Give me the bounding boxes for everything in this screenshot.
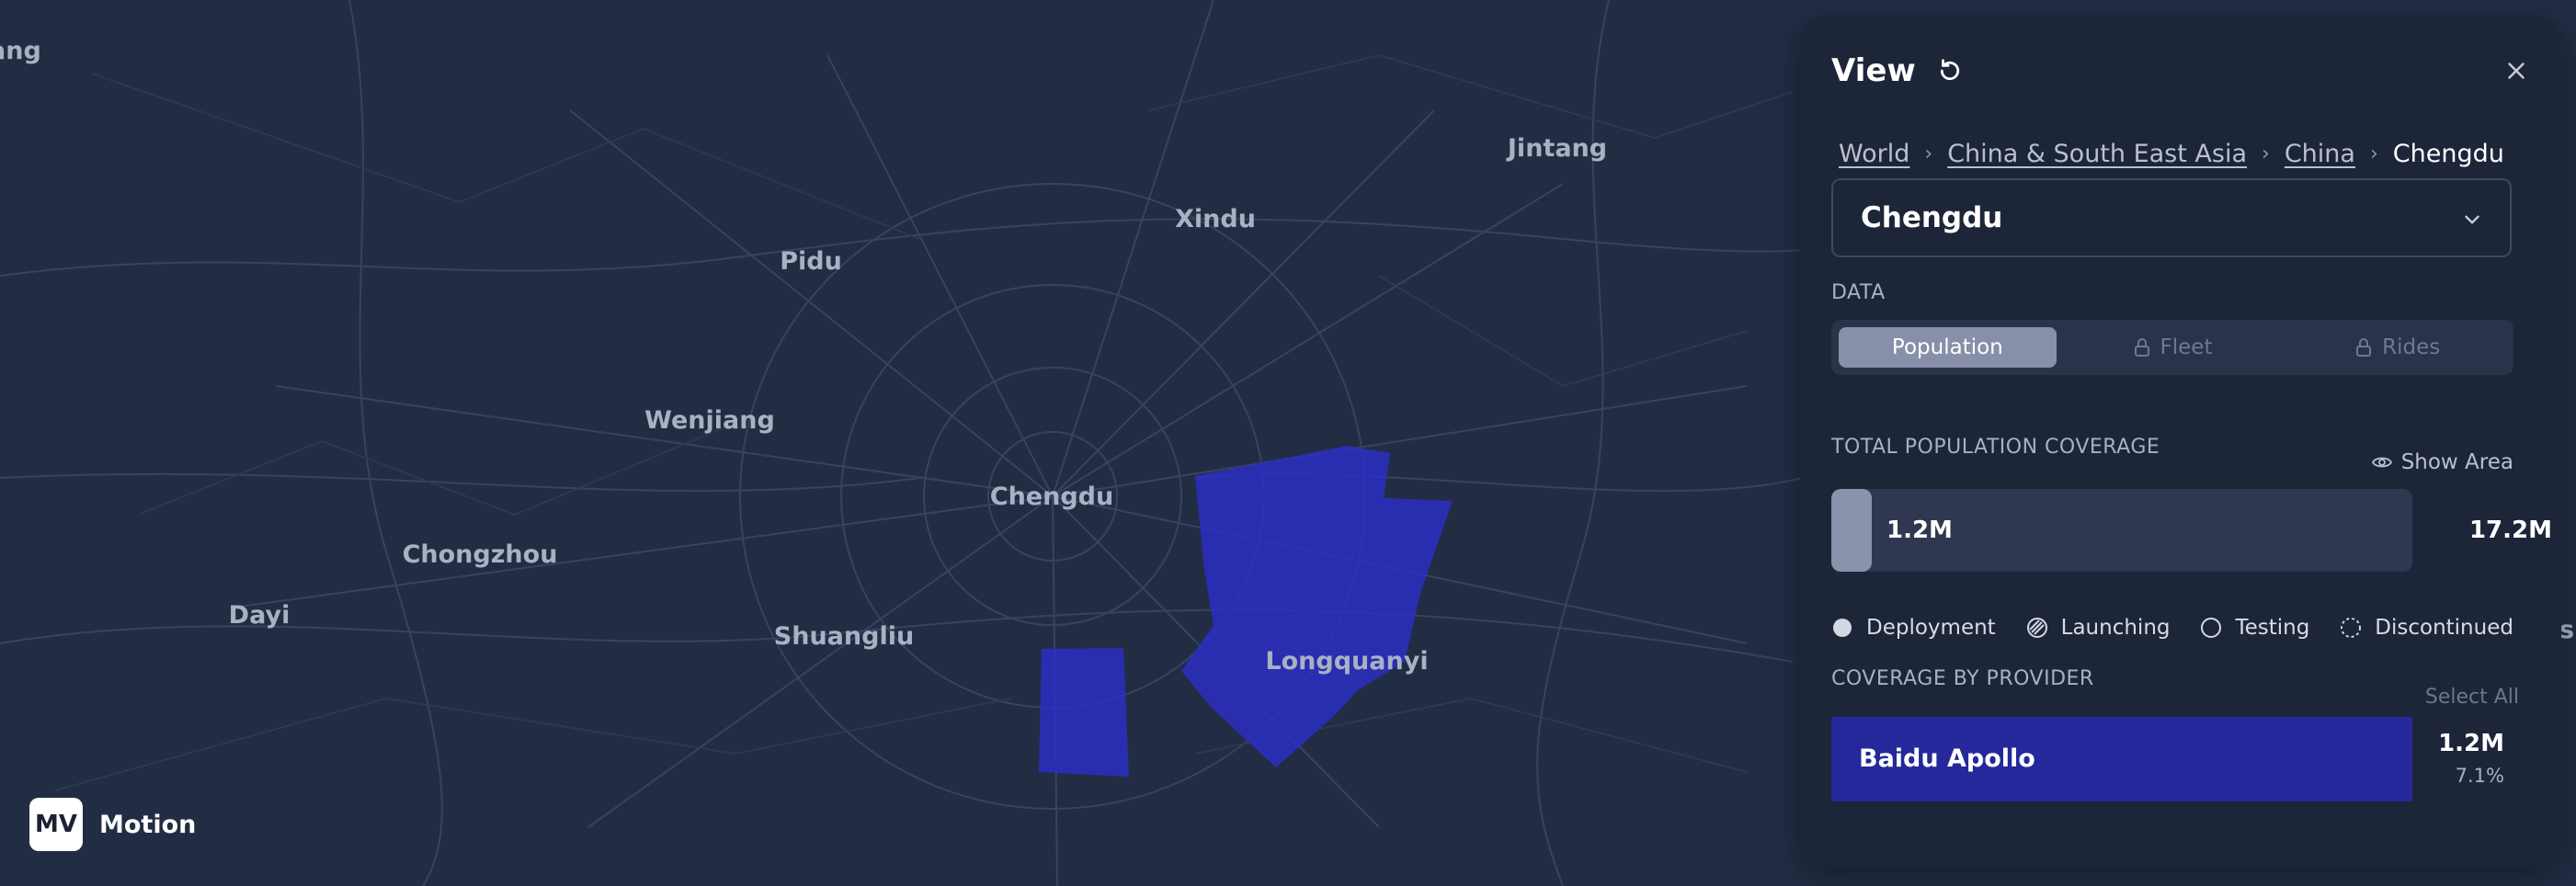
tab-rides[interactable]: Rides: [2288, 327, 2506, 368]
tab-fleet-label: Fleet: [2160, 335, 2213, 359]
panel-header: View: [1831, 48, 2530, 94]
provider-name: Baidu Apollo: [1859, 744, 2035, 773]
panel-title: View: [1831, 52, 1916, 89]
filled-circle-icon: [1833, 619, 1852, 637]
chevron-down-icon: [2465, 215, 2479, 224]
tab-fleet[interactable]: Fleet: [2064, 327, 2282, 368]
outline-circle-icon: [2201, 618, 2222, 638]
coverage-bar: 1.2M: [1831, 489, 2412, 572]
city-label-wenjiang: Wenjiang: [644, 406, 775, 435]
coverage-by-provider-label: COVERAGE BY PROVIDER: [1831, 667, 2094, 690]
legend-launching: Launching: [2026, 616, 2171, 640]
chevron-right-icon: ›: [1924, 142, 1933, 165]
data-tabs: Population Fleet Rides: [1831, 320, 2513, 375]
provider-value: 1.2M: [2438, 730, 2504, 757]
data-section-label: DATA: [1831, 281, 1886, 304]
coverage-bar-fill: [1831, 489, 1872, 572]
coverage-value: 1.2M: [1886, 517, 1953, 544]
total-coverage-label: TOTAL POPULATION COVERAGE: [1831, 436, 2160, 459]
city-label-dayi: Dayi: [229, 601, 291, 630]
legend-testing-label: Testing: [2235, 616, 2310, 640]
logo-badge: MV: [29, 798, 83, 851]
tab-population[interactable]: Population: [1839, 327, 2057, 368]
chevron-right-icon: ›: [2369, 142, 2378, 165]
legend-discontinued: Discontinued: [2340, 616, 2513, 640]
city-label-chengdu: Chengdu: [990, 483, 1113, 511]
tab-population-label: Population: [1891, 335, 2003, 359]
city-label-shuangliu: Shuangliu: [774, 622, 914, 651]
select-all-button[interactable]: Select All: [2425, 686, 2519, 709]
city-label-pidu: Pidu: [780, 247, 842, 276]
location-select[interactable]: Chengdu: [1831, 178, 2512, 257]
view-panel: View World › China & South East Asia › C…: [1800, 17, 2561, 867]
legend-discontinued-label: Discontinued: [2375, 616, 2513, 640]
lock-icon: [2356, 338, 2372, 357]
status-legend: Deployment Launching Testing Discontinue…: [1831, 616, 2513, 640]
city-label-ang: ang: [0, 37, 41, 65]
close-icon[interactable]: [2502, 57, 2530, 85]
city-label-sh: sh: [2559, 616, 2576, 644]
location-select-value: Chengdu: [1861, 201, 2003, 234]
city-label-longquanyi: Longquanyi: [1265, 647, 1428, 676]
show-area-label: Show Area: [2400, 450, 2513, 474]
brand-name: Motion: [99, 810, 197, 839]
chevron-right-icon: ›: [2262, 142, 2270, 165]
provider-row[interactable]: Baidu Apollo 1.2M 7.1%: [1831, 717, 2513, 801]
legend-testing: Testing: [2200, 616, 2309, 640]
legend-deployment-label: Deployment: [1866, 616, 1996, 640]
city-label-chongzhou: Chongzhou: [403, 540, 558, 569]
breadcrumb-region[interactable]: China & South East Asia: [1947, 140, 2247, 168]
provider-percent: 7.1%: [2455, 765, 2504, 787]
eye-icon: [2371, 457, 2392, 468]
tab-rides-label: Rides: [2382, 335, 2441, 359]
reset-icon[interactable]: [1936, 57, 1964, 85]
hatched-circle-icon: [2026, 618, 2047, 638]
breadcrumb: World › China & South East Asia › China …: [1839, 140, 2504, 168]
lock-icon: [2134, 338, 2149, 357]
city-label-jintang: Jintang: [1506, 134, 1607, 163]
brand-logo: MV Motion: [29, 798, 196, 851]
dashed-circle-icon: [2341, 618, 2362, 638]
show-area-button[interactable]: Show Area: [2371, 450, 2513, 474]
legend-launching-label: Launching: [2060, 616, 2171, 640]
breadcrumb-country[interactable]: China: [2285, 140, 2355, 168]
legend-deployment: Deployment: [1831, 616, 1996, 640]
city-label-xindu: Xindu: [1175, 205, 1256, 233]
breadcrumb-world[interactable]: World: [1839, 140, 1909, 168]
breadcrumb-current: Chengdu: [2392, 140, 2504, 168]
coverage-total: 17.2M: [2468, 517, 2552, 544]
